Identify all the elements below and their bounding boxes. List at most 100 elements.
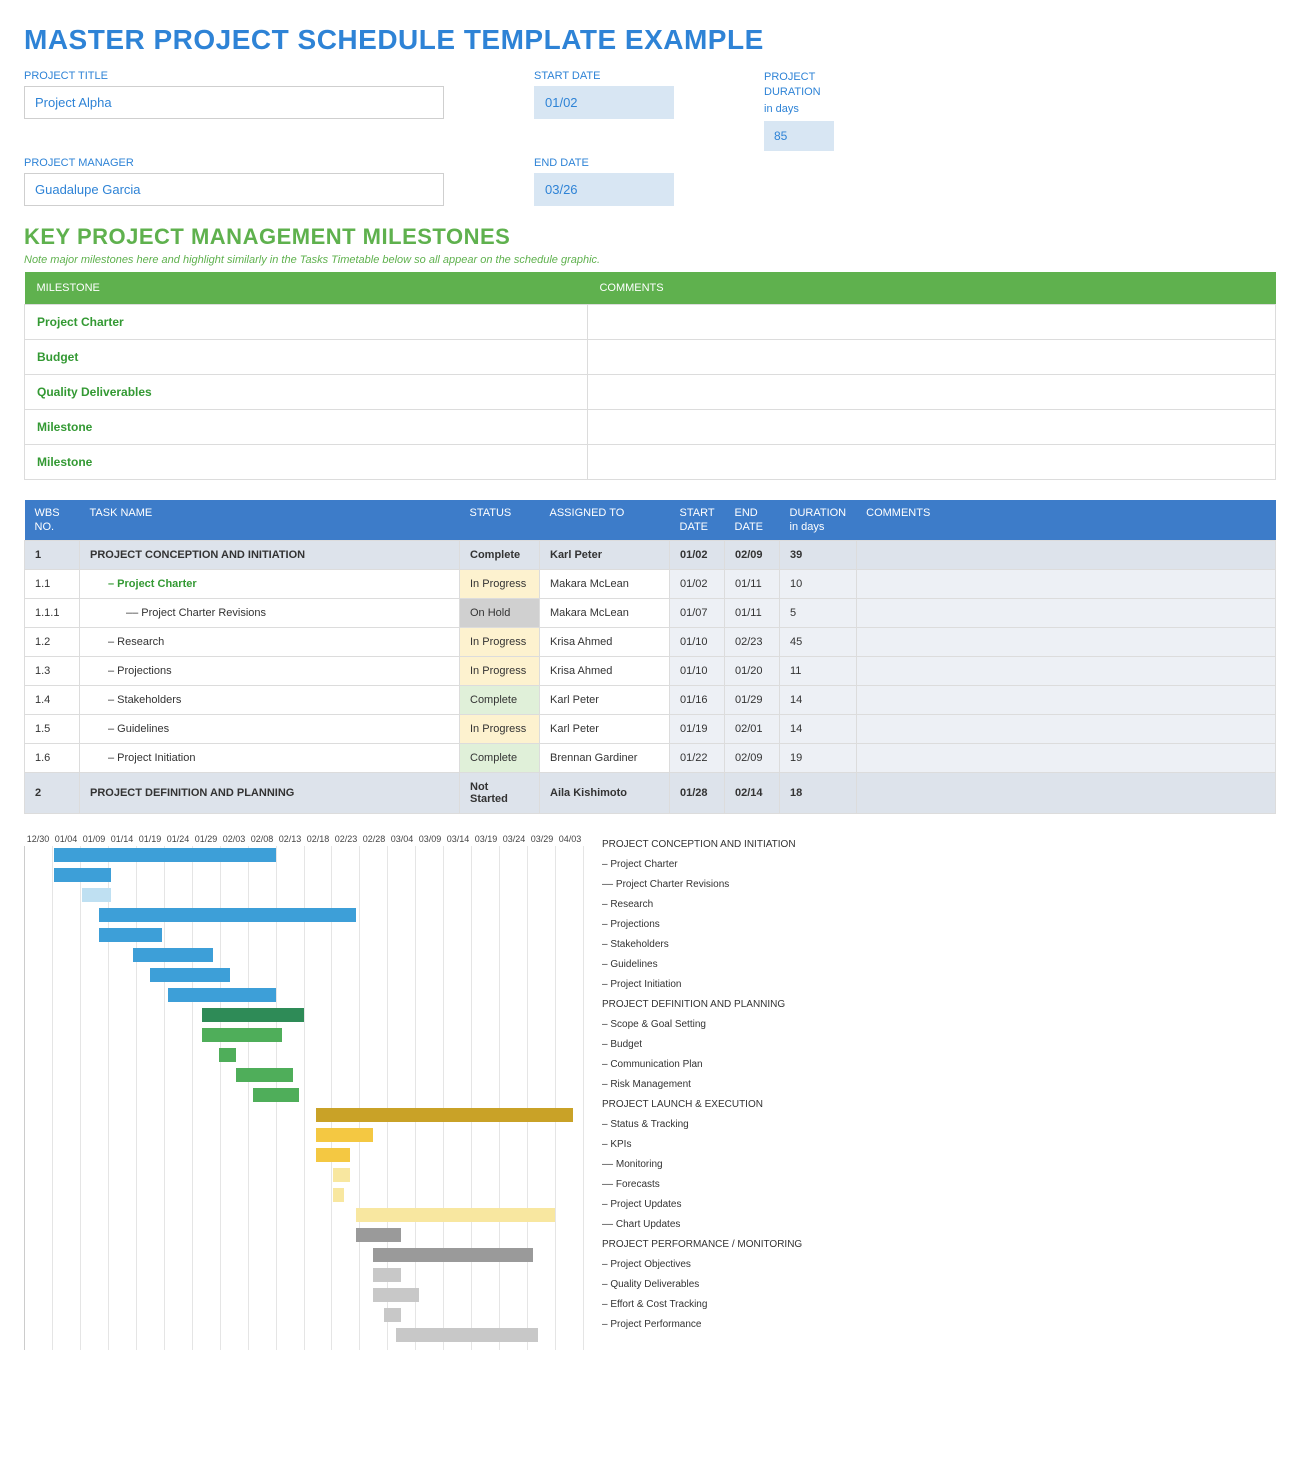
gantt-row (25, 1126, 584, 1144)
cell-status: In Progress (460, 715, 540, 744)
task-row[interactable]: 1.4 – Stakeholders Complete Karl Peter 0… (25, 686, 1276, 715)
milestones-heading: KEY PROJECT MANAGEMENT MILESTONES (24, 224, 1276, 250)
project-title-field[interactable]: Project Alpha (24, 86, 444, 119)
cell-comments (856, 599, 1275, 628)
task-row[interactable]: 2 PROJECT DEFINITION AND PLANNING Not St… (25, 773, 1276, 814)
gantt-tick: 01/04 (52, 834, 80, 844)
gantt-label: PROJECT PERFORMANCE / MONITORING (602, 1236, 1276, 1254)
gantt-label: – Status & Tracking (602, 1116, 1276, 1134)
cell-end: 01/11 (725, 570, 780, 599)
gantt-tick: 03/24 (500, 834, 528, 844)
milestone-row[interactable]: Budget (25, 339, 1276, 374)
gantt-row (25, 926, 584, 944)
gantt-label: – Project Performance (602, 1316, 1276, 1334)
col-milestone: MILESTONE (25, 272, 588, 305)
gantt-label: –– Monitoring (602, 1156, 1276, 1174)
cell-assigned: Krisa Ahmed (540, 628, 670, 657)
page-title: MASTER PROJECT SCHEDULE TEMPLATE EXAMPLE (24, 24, 1276, 56)
gantt-label: –– Forecasts (602, 1176, 1276, 1194)
gantt-bar (373, 1288, 419, 1302)
col-comments: COMMENTS (587, 272, 1275, 305)
gantt-tick: 03/29 (528, 834, 556, 844)
cell-assigned: Makara McLean (540, 599, 670, 628)
cell-wbs: 1.4 (25, 686, 80, 715)
gantt-bar (384, 1308, 401, 1322)
cell-duration: 19 (780, 744, 857, 773)
gantt-row (25, 1166, 584, 1184)
gantt-label: – Scope & Goal Setting (602, 1016, 1276, 1034)
milestone-comment (587, 339, 1275, 374)
project-manager-field[interactable]: Guadalupe Garcia (24, 173, 444, 206)
gantt-tick: 12/30 (24, 834, 52, 844)
milestone-row[interactable]: Quality Deliverables (25, 374, 1276, 409)
gantt-label: – Guidelines (602, 956, 1276, 974)
task-row[interactable]: 1.2 – Research In Progress Krisa Ahmed 0… (25, 628, 1276, 657)
milestone-row[interactable]: Project Charter (25, 304, 1276, 339)
cell-start: 01/19 (670, 715, 725, 744)
gantt-tick: 01/24 (164, 834, 192, 844)
gantt-tick: 02/03 (220, 834, 248, 844)
cell-end: 02/14 (725, 773, 780, 814)
gantt-row (25, 886, 584, 904)
cell-start: 01/02 (670, 541, 725, 570)
gantt-label: PROJECT CONCEPTION AND INITIATION (602, 836, 1276, 854)
tasks-table: WBS NO. TASK NAME STATUS ASSIGNED TO STA… (24, 500, 1276, 815)
gantt-row (25, 1306, 584, 1324)
milestone-row[interactable]: Milestone (25, 444, 1276, 479)
gantt-label: –– Chart Updates (602, 1216, 1276, 1234)
gantt-tick: 04/03 (556, 834, 584, 844)
cell-assigned: Aila Kishimoto (540, 773, 670, 814)
cell-comments (856, 541, 1275, 570)
gantt-tick: 02/08 (248, 834, 276, 844)
cell-end: 01/20 (725, 657, 780, 686)
cell-start: 01/07 (670, 599, 725, 628)
cell-comments (856, 715, 1275, 744)
cell-assigned: Krisa Ahmed (540, 657, 670, 686)
milestone-name: Budget (25, 339, 588, 374)
cell-name: – Guidelines (80, 715, 460, 744)
gantt-row (25, 1246, 584, 1264)
col-duration: DURATION in days (780, 500, 857, 541)
cell-name: – Projections (80, 657, 460, 686)
gantt-tick: 03/19 (472, 834, 500, 844)
milestone-name: Quality Deliverables (25, 374, 588, 409)
gantt-row (25, 1286, 584, 1304)
project-title-label: PROJECT TITLE (24, 70, 444, 82)
cell-wbs: 1.1 (25, 570, 80, 599)
end-date-field[interactable]: 03/26 (534, 173, 674, 206)
gantt-bar (316, 1108, 573, 1122)
task-row[interactable]: 1.3 – Projections In Progress Krisa Ahme… (25, 657, 1276, 686)
gantt-tick: 01/09 (80, 834, 108, 844)
cell-wbs: 2 (25, 773, 80, 814)
cell-comments (856, 628, 1275, 657)
gantt-bar (168, 988, 276, 1002)
gantt-tick: 02/23 (332, 834, 360, 844)
milestone-name: Milestone (25, 444, 588, 479)
gantt-label: – Quality Deliverables (602, 1276, 1276, 1294)
cell-status: Not Started (460, 773, 540, 814)
gantt-bar (236, 1068, 293, 1082)
cell-name: – Stakeholders (80, 686, 460, 715)
gantt-bar (54, 868, 111, 882)
gantt-label: – Project Initiation (602, 976, 1276, 994)
task-row[interactable]: 1 PROJECT CONCEPTION AND INITIATION Comp… (25, 541, 1276, 570)
col-end: END DATE (725, 500, 780, 541)
cell-duration: 45 (780, 628, 857, 657)
gantt-tick: 01/29 (192, 834, 220, 844)
milestone-row[interactable]: Milestone (25, 409, 1276, 444)
start-date-field[interactable]: 01/02 (534, 86, 674, 119)
cell-status: Complete (460, 744, 540, 773)
gantt-bar (219, 1048, 236, 1062)
gantt-label: – KPIs (602, 1136, 1276, 1154)
task-row[interactable]: 1.1.1 –– Project Charter Revisions On Ho… (25, 599, 1276, 628)
gantt-label: – Project Updates (602, 1196, 1276, 1214)
task-row[interactable]: 1.1 – Project Charter In Progress Makara… (25, 570, 1276, 599)
gantt-label: – Risk Management (602, 1076, 1276, 1094)
milestone-name: Milestone (25, 409, 588, 444)
gantt-label: – Effort & Cost Tracking (602, 1296, 1276, 1314)
gantt-tick: 02/18 (304, 834, 332, 844)
cell-assigned: Karl Peter (540, 715, 670, 744)
cell-name: PROJECT DEFINITION AND PLANNING (80, 773, 460, 814)
task-row[interactable]: 1.6 – Project Initiation Complete Brenna… (25, 744, 1276, 773)
task-row[interactable]: 1.5 – Guidelines In Progress Karl Peter … (25, 715, 1276, 744)
